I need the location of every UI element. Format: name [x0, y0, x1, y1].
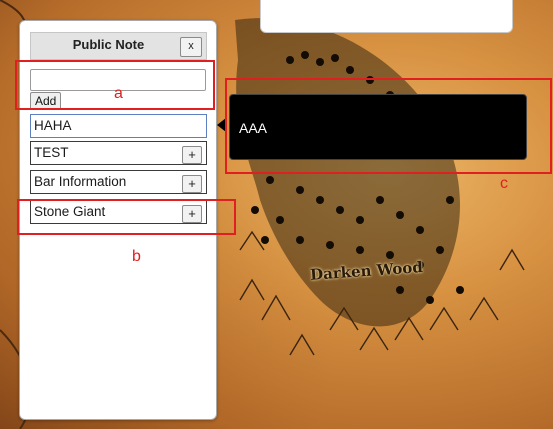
- annotation-box-b: [17, 199, 236, 235]
- annotation-label-a: a: [114, 85, 123, 102]
- annotation-label-b: b: [132, 248, 141, 265]
- annotation-label-c: c: [500, 175, 508, 192]
- note-item-haha[interactable]: HAHA: [30, 114, 207, 138]
- note-label: TEST: [34, 145, 69, 160]
- note-label: Bar Information: [34, 174, 127, 189]
- top-info-card: [260, 0, 513, 33]
- panel-title: Public Note: [72, 37, 145, 52]
- expand-plus-button[interactable]: +: [182, 175, 202, 193]
- note-item-test[interactable]: TEST +: [30, 141, 207, 165]
- annotation-box-c: [225, 78, 552, 174]
- note-label: HAHA: [34, 118, 72, 133]
- panel-header: Public Note x: [30, 32, 207, 60]
- close-button[interactable]: x: [180, 37, 202, 57]
- note-item-bar-information[interactable]: Bar Information +: [30, 170, 207, 194]
- expand-plus-button[interactable]: +: [182, 146, 202, 164]
